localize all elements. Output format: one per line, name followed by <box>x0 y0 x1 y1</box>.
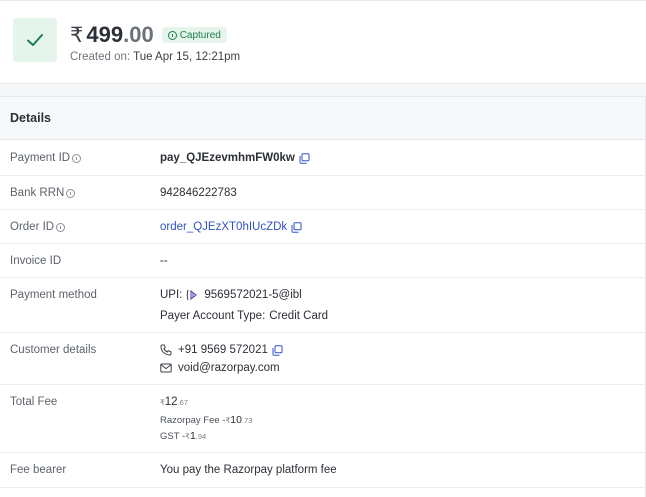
upi-line: UPI: 9569572021-5@ibl <box>160 289 302 301</box>
bank-rrn-label-text: Bank RRN <box>10 187 65 199</box>
payer-account-label: Payer Account Type: <box>160 310 266 322</box>
upi-id: 9569572021-5@ibl <box>204 289 302 301</box>
row-fee-bearer: Fee bearer You pay the Razorpay platform… <box>0 453 645 488</box>
invoice-id-label: Invoice ID <box>10 255 62 267</box>
razorpay-fee-line: Razorpay Fee - ₹ 10 .73 <box>160 414 252 426</box>
currency-symbol: ₹ <box>70 23 84 47</box>
info-icon[interactable] <box>56 222 66 232</box>
fee-bearer-label: Fee bearer <box>10 464 67 476</box>
row-bank-rrn: Bank RRN 942846222783 <box>0 176 645 210</box>
phone-icon <box>160 344 172 356</box>
payment-id-label: Payment ID <box>10 152 82 164</box>
bank-rrn-value: 942846222783 <box>160 187 237 199</box>
order-id-label: Order ID <box>10 221 66 233</box>
copy-icon[interactable] <box>299 152 310 164</box>
phone-text: +91 9569 572021 <box>178 344 268 356</box>
check-icon <box>27 34 43 46</box>
payment-header: ₹ 499 .00 Captured Created on: Tue Apr 1… <box>0 1 646 83</box>
email-text: void@razorpay.com <box>178 362 280 374</box>
order-id-link[interactable]: order_QJEzXT0hIUcZDk <box>160 221 287 233</box>
customer-email: void@razorpay.com <box>160 362 280 374</box>
upi-app-icon <box>187 289 198 301</box>
razorpay-fee-label: Razorpay Fee - <box>160 415 226 426</box>
info-icon[interactable] <box>66 188 76 198</box>
amount-integer: 499 <box>86 22 124 47</box>
invoice-id-value: -- <box>160 255 168 267</box>
row-invoice-id: Invoice ID -- <box>0 244 645 278</box>
copy-icon[interactable] <box>291 221 302 233</box>
details-title: Details <box>0 97 645 140</box>
payer-account-line: Payer Account Type: Credit Card <box>160 310 328 322</box>
bank-rrn-label: Bank RRN <box>10 187 76 199</box>
row-customer-details: Customer details +91 9569 572021 void@ra… <box>0 333 645 385</box>
amount-row: ₹ 499 .00 Captured <box>70 21 227 49</box>
upi-prefix: UPI: <box>160 289 183 301</box>
info-icon <box>167 30 177 40</box>
total-fee-dec: .67 <box>177 398 189 407</box>
status-badge: Captured <box>161 27 227 43</box>
row-total-fee: Total Fee ₹ 12 .67 Razorpay Fee - ₹ 10 .… <box>0 385 645 453</box>
razorpay-fee-int: 10 <box>230 414 242 426</box>
copy-icon[interactable] <box>272 344 283 356</box>
payment-method-label: Payment method <box>10 289 97 301</box>
fee-bearer-value: You pay the Razorpay platform fee <box>160 464 337 476</box>
status-text: Captured <box>179 29 221 41</box>
gst-dec: .94 <box>195 432 207 441</box>
order-id-label-text: Order ID <box>10 221 55 233</box>
payment-id-label-text: Payment ID <box>10 152 71 164</box>
mail-icon <box>160 363 172 373</box>
created-label: Created on: <box>70 51 131 63</box>
amount-decimal: .00 <box>123 22 154 47</box>
section-gap <box>0 84 646 96</box>
payment-id-value: pay_QJEzevmhmFW0kw <box>160 152 310 164</box>
razorpay-fee-dec: .73 <box>241 416 253 425</box>
created-on: Created on: Tue Apr 15, 12:21pm <box>70 51 240 63</box>
status-tile <box>13 18 57 62</box>
created-value: Tue Apr 15, 12:21pm <box>133 51 241 63</box>
customer-phone: +91 9569 572021 <box>160 344 283 356</box>
gst-label: GST - <box>160 431 186 442</box>
row-order-id: Order ID order_QJEzXT0hIUcZDk <box>0 210 645 244</box>
payer-account-value: Credit Card <box>269 310 329 322</box>
info-icon[interactable] <box>72 153 82 163</box>
payment-id-text: pay_QJEzevmhmFW0kw <box>160 152 295 164</box>
customer-details-label: Customer details <box>10 344 97 356</box>
order-id-value: order_QJEzXT0hIUcZDk <box>160 221 302 233</box>
total-fee-label: Total Fee <box>10 396 58 408</box>
gst-line: GST - ₹ 1 .94 <box>160 430 206 442</box>
total-fee-value: ₹ 12 .67 <box>160 396 188 408</box>
row-payment-method: Payment method UPI: 9569572021-5@ibl Pay… <box>0 278 645 333</box>
total-fee-int: 12 <box>164 396 178 408</box>
details-card: Details Payment ID pay_QJEzevmhmFW0kw Ba… <box>0 96 646 497</box>
row-payment-id: Payment ID pay_QJEzevmhmFW0kw <box>0 140 645 176</box>
